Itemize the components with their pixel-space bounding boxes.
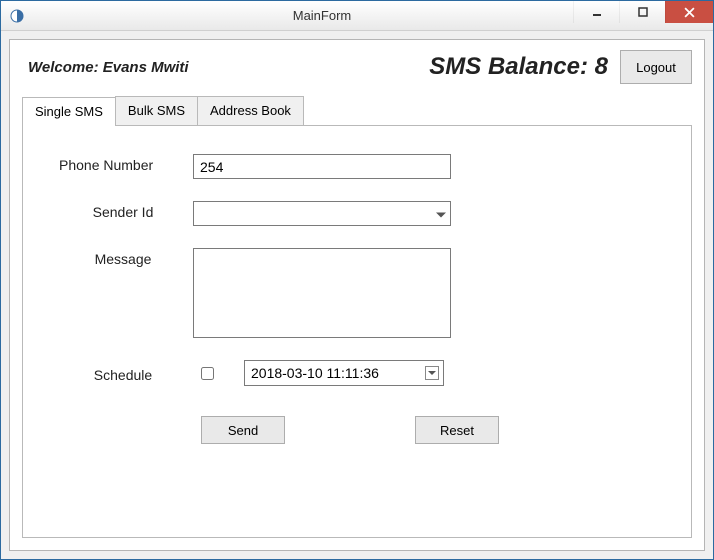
schedule-label: Schedule <box>53 364 193 383</box>
reset-button[interactable]: Reset <box>415 416 499 444</box>
tab-address-book[interactable]: Address Book <box>197 96 304 125</box>
sender-select-wrap <box>193 201 451 226</box>
client-area: Welcome: Evans Mwiti SMS Balance: 8 Logo… <box>9 39 705 551</box>
header-row: Welcome: Evans Mwiti SMS Balance: 8 Logo… <box>10 40 704 88</box>
calendar-dropdown-icon <box>425 366 439 380</box>
main-window: MainForm Welcome: Evans Mwiti SMS Balanc… <box>0 0 714 560</box>
minimize-button[interactable] <box>573 1 619 23</box>
tab-bulk-sms[interactable]: Bulk SMS <box>115 96 198 125</box>
message-textarea[interactable] <box>193 248 451 338</box>
phone-input[interactable] <box>193 154 451 179</box>
send-button[interactable]: Send <box>201 416 285 444</box>
tab-strip: Single SMS Bulk SMS Address Book <box>22 96 692 125</box>
welcome-label: Welcome: Evans Mwiti <box>22 59 189 76</box>
phone-label: Phone Number <box>53 154 193 173</box>
sender-label: Sender Id <box>53 201 193 220</box>
schedule-datetime-value: 2018-03-10 11:11:36 <box>251 365 379 381</box>
sender-select[interactable] <box>194 202 450 225</box>
row-sender: Sender Id <box>53 201 661 226</box>
titlebar: MainForm <box>1 1 713 31</box>
tab-control: Single SMS Bulk SMS Address Book Phone N… <box>22 96 692 538</box>
row-message: Message <box>53 248 661 338</box>
maximize-button[interactable] <box>619 1 665 23</box>
row-phone: Phone Number <box>53 154 661 179</box>
button-row: Send Reset <box>53 416 661 444</box>
tab-panel-single-sms: Phone Number Sender Id Mess <box>22 125 692 538</box>
row-schedule: Schedule 2018-03-10 11:11:36 <box>53 360 661 386</box>
window-controls <box>573 1 713 23</box>
schedule-checkbox[interactable] <box>201 367 214 380</box>
app-icon <box>9 8 25 24</box>
message-label: Message <box>53 248 193 267</box>
close-button[interactable] <box>665 1 713 23</box>
schedule-datetime-picker[interactable]: 2018-03-10 11:11:36 <box>244 360 444 386</box>
logout-button[interactable]: Logout <box>620 50 692 84</box>
tab-single-sms[interactable]: Single SMS <box>22 97 116 126</box>
sms-balance-label: SMS Balance: 8 <box>189 53 620 81</box>
